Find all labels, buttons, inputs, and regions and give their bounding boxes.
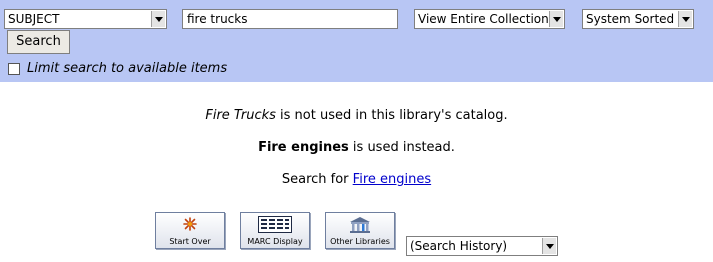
search-panel: SUBJECT View Entire Collection System So…	[0, 0, 713, 82]
search-for-link[interactable]: Fire engines	[353, 172, 431, 187]
chevron-down-icon[interactable]	[549, 11, 563, 27]
search-for-message: Search for Fire engines	[0, 172, 713, 187]
preferred-suffix: is used instead.	[348, 140, 455, 155]
preferred-term-message: Fire engines is used instead.	[0, 140, 713, 155]
search-input[interactable]	[182, 9, 398, 29]
other-libraries-label: Other Libraries	[330, 237, 390, 246]
chevron-down-icon[interactable]	[151, 11, 165, 27]
limit-available-label: Limit search to available items	[27, 61, 228, 76]
scope-select-value: View Entire Collection	[418, 12, 549, 26]
limit-available-checkbox[interactable]	[8, 63, 20, 75]
search-history-value: (Search History)	[410, 239, 508, 253]
marc-display-button[interactable]: MARC Display	[240, 212, 310, 249]
index-select-value: SUBJECT	[8, 12, 60, 26]
see-reference-message: Fire Trucks is not used in this library'…	[0, 108, 713, 123]
preferred-term: Fire engines	[258, 140, 349, 155]
index-select[interactable]: SUBJECT	[4, 9, 167, 29]
starburst-icon	[183, 217, 197, 231]
marc-grid-icon	[258, 216, 292, 233]
sort-select-value: System Sorted	[586, 12, 675, 26]
other-libraries-button[interactable]: Other Libraries	[325, 212, 395, 249]
search-for-prefix: Search for	[281, 172, 353, 187]
unused-term: Fire Trucks	[205, 108, 276, 123]
marc-display-label: MARC Display	[247, 237, 303, 246]
chevron-down-icon[interactable]	[542, 238, 556, 254]
chevron-down-icon[interactable]	[678, 11, 692, 27]
start-over-button[interactable]: Start Over	[155, 212, 225, 249]
library-building-icon	[350, 217, 370, 233]
search-history-select[interactable]: (Search History)	[406, 236, 558, 256]
sort-select[interactable]: System Sorted	[582, 9, 694, 29]
unused-suffix: is not used in this library's catalog.	[275, 108, 508, 123]
start-over-label: Start Over	[169, 237, 211, 246]
scope-select[interactable]: View Entire Collection	[414, 9, 565, 29]
search-button[interactable]: Search	[7, 30, 70, 54]
